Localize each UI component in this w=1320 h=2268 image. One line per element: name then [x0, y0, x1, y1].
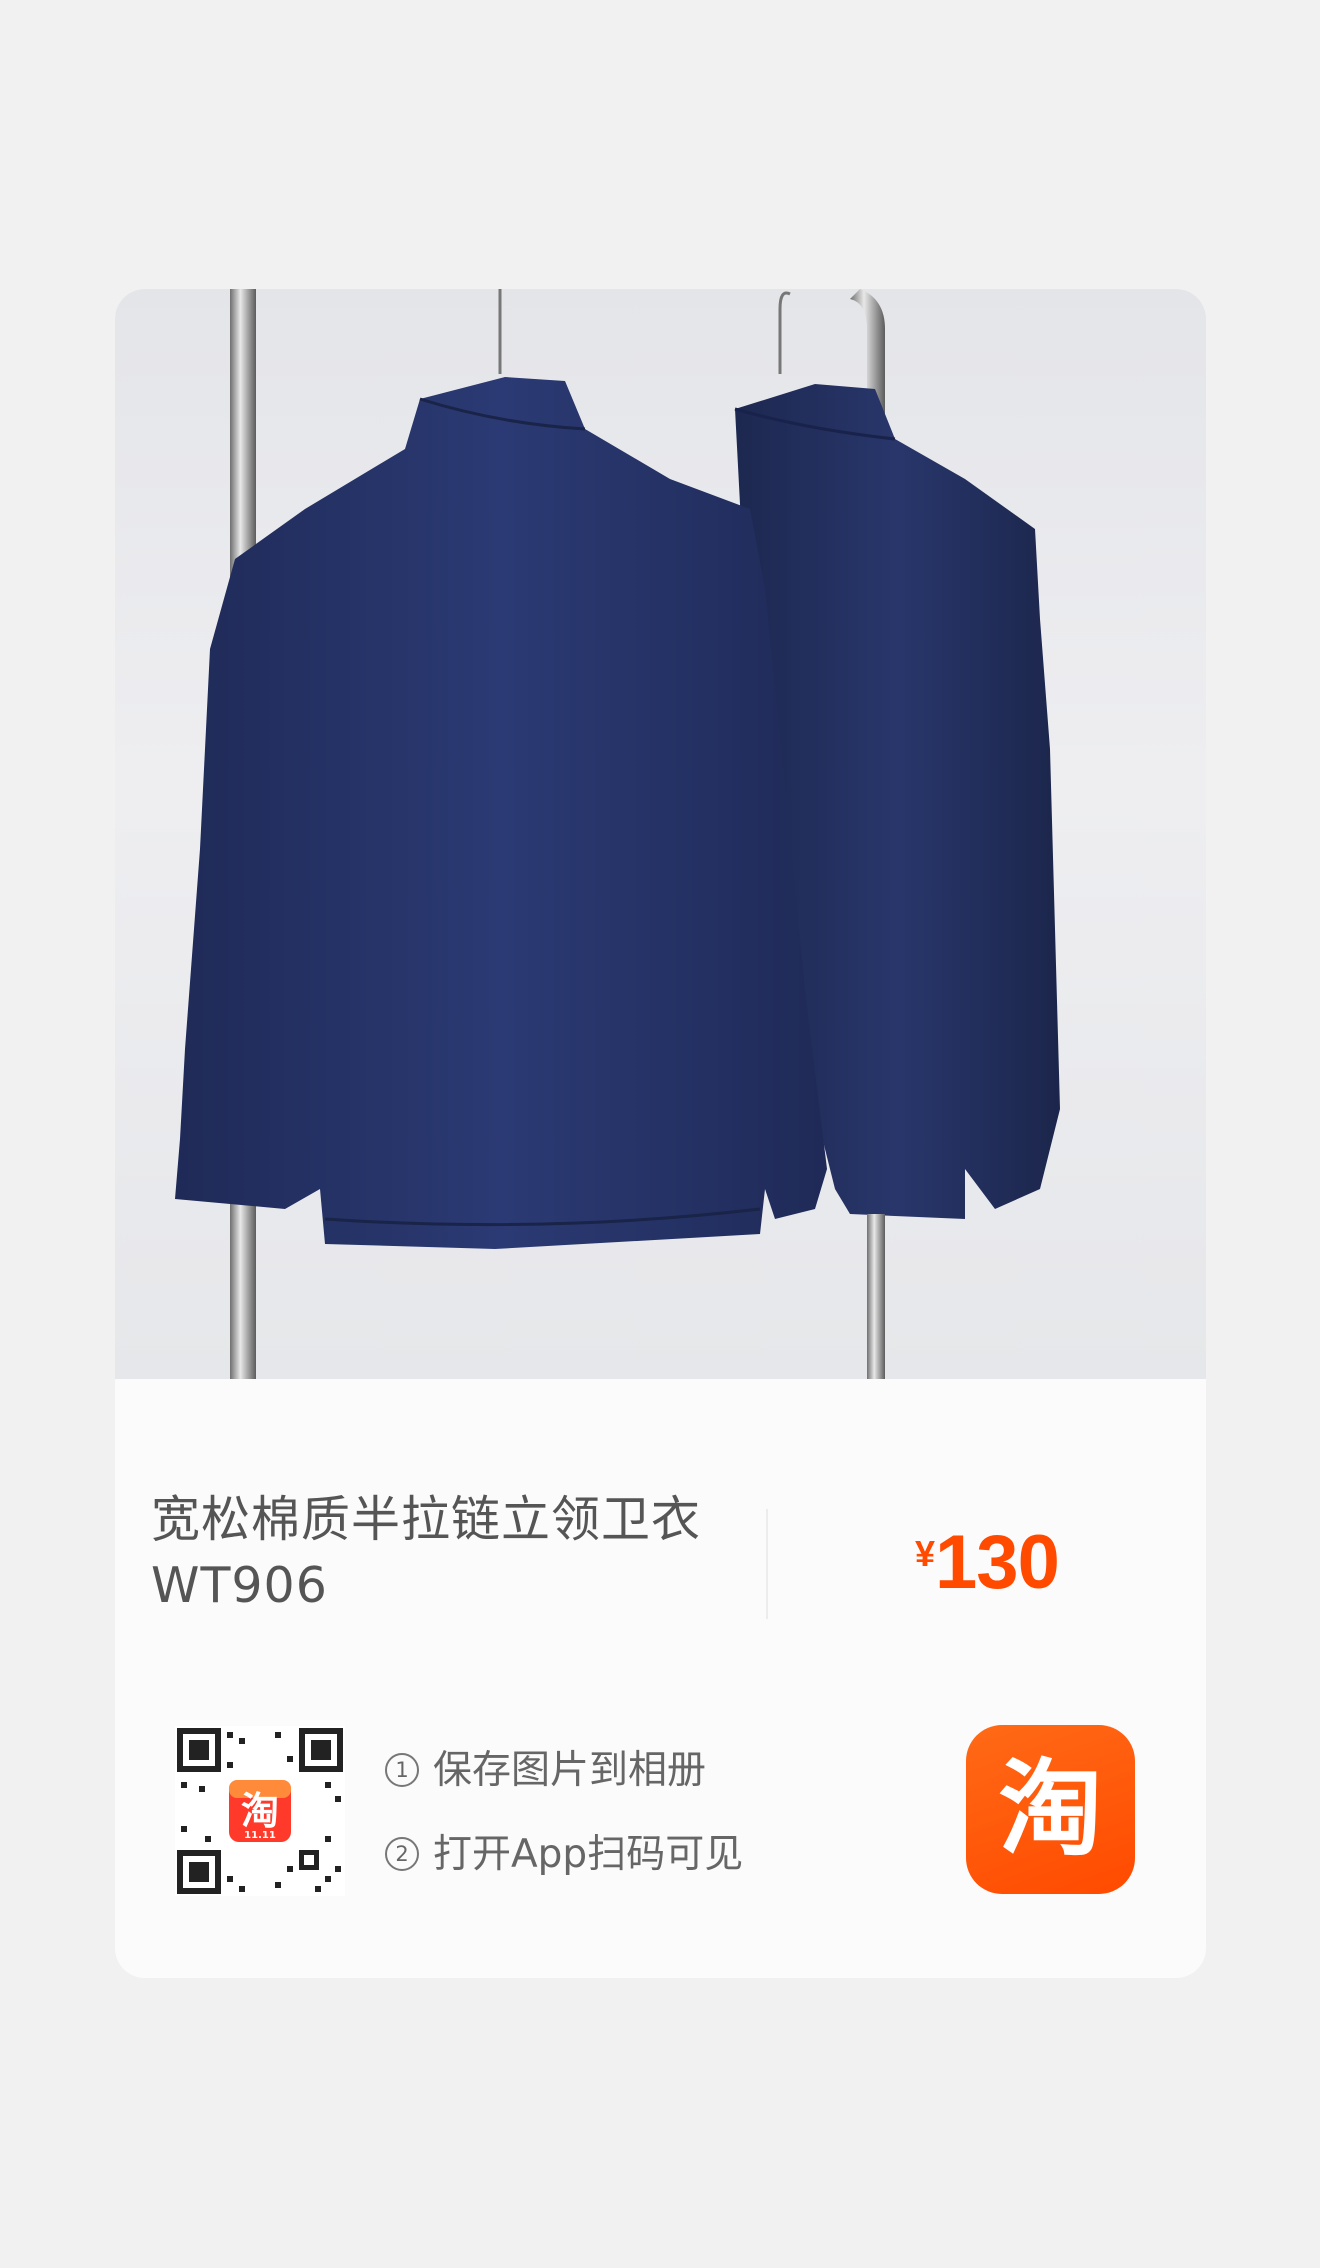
taobao-logo-icon[interactable]: 淘: [966, 1725, 1135, 1894]
step-save-image: 1 保存图片到相册: [385, 1739, 706, 1795]
product-info: 宽松棉质半拉链立领卫衣WT906 ¥130 淘 11.11 1 保存图片到相册 …: [115, 1379, 1206, 1978]
divider: [766, 1509, 768, 1619]
product-price: ¥130: [915, 1519, 1060, 1606]
qr-badge-caption: 11.11: [244, 1830, 276, 1841]
sweatshirts-illustration: [175, 289, 1060, 1379]
step-text: 保存图片到相册: [433, 1748, 707, 1793]
step-number: 2: [385, 1837, 419, 1871]
product-title[interactable]: 宽松棉质半拉链立领卫衣WT906: [151, 1487, 771, 1619]
product-image[interactable]: [115, 289, 1206, 1379]
step-text: 打开App扫码可见: [433, 1832, 744, 1877]
price-value: 130: [935, 1520, 1060, 1605]
qr-code-icon[interactable]: 淘 11.11: [175, 1726, 345, 1896]
step-open-app: 2 打开App扫码可见: [385, 1823, 743, 1879]
share-card: 宽松棉质半拉链立领卫衣WT906 ¥130 淘 11.11 1 保存图片到相册 …: [115, 289, 1206, 1978]
step-number: 1: [385, 1753, 419, 1787]
qr-badge-glyph: 淘: [241, 1789, 279, 1833]
currency-symbol: ¥: [915, 1533, 936, 1574]
